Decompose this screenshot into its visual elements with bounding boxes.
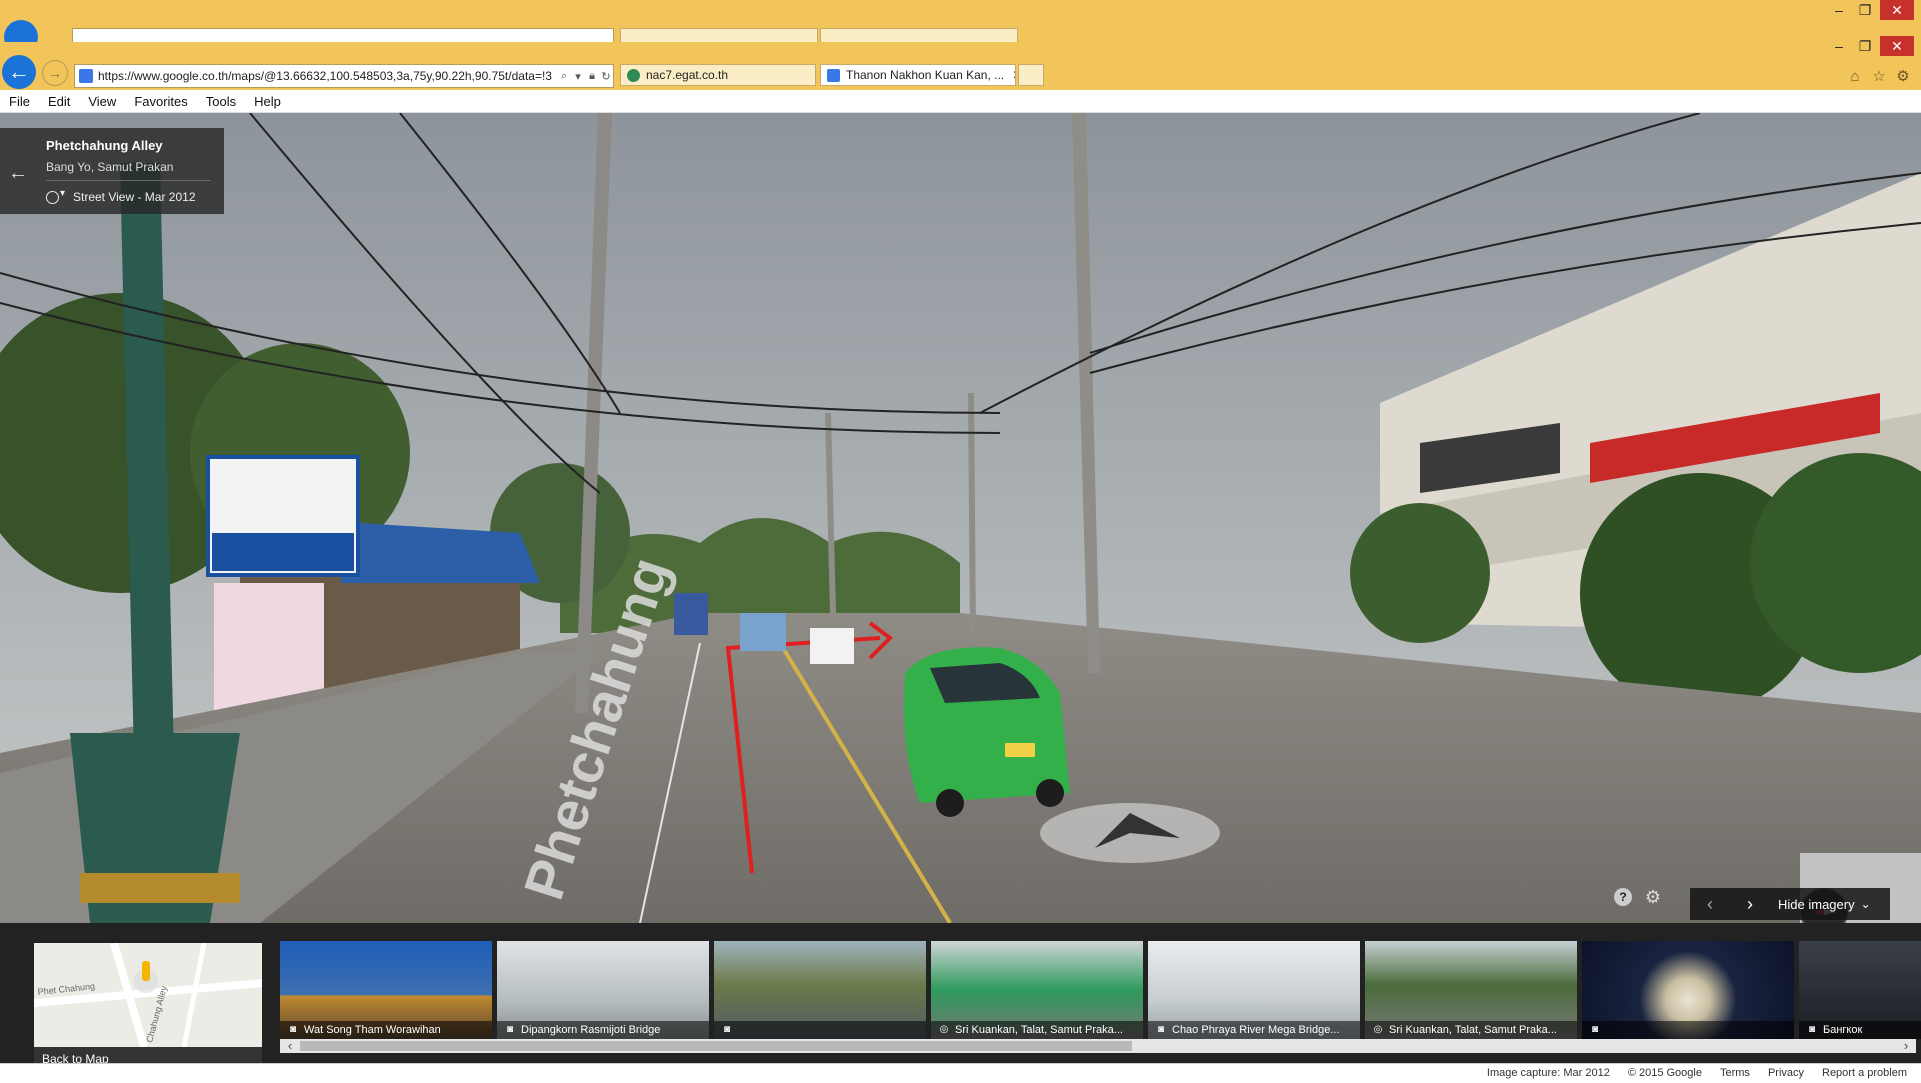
next-imagery-button[interactable]: › xyxy=(1730,894,1770,915)
thumbnail-5[interactable]: ◙ Chao Phraya River Mega Bridge... xyxy=(1148,941,1360,1039)
favorites-star-icon[interactable]: ☆ xyxy=(1870,68,1888,86)
settings-gear-icon[interactable]: ⚙ xyxy=(1894,68,1912,86)
home-icon[interactable]: ⌂ xyxy=(1846,68,1864,86)
thumbnail-label: Sri Kuankan, Talat, Samut Praka... xyxy=(955,1024,1123,1036)
thumbnail-label: Wat Song Tham Worawihan xyxy=(304,1024,441,1036)
tab-label: nac7.egat.co.th xyxy=(646,68,729,82)
settings-icon[interactable]: ⚙ xyxy=(1644,888,1662,906)
menu-bar: File Edit View Favorites Tools Help xyxy=(0,90,1921,113)
camera-icon: ◙ xyxy=(723,1024,731,1035)
thumbnail-7[interactable]: ◙ xyxy=(1582,941,1794,1039)
scroll-left-icon[interactable]: ‹ xyxy=(282,1038,298,1053)
photo-strip-scrollbar[interactable]: ‹ › xyxy=(280,1038,1916,1053)
url-text[interactable]: https://www.google.co.th/maps/@13.66632,… xyxy=(98,69,557,83)
address-bar[interactable]: https://www.google.co.th/maps/@13.66632,… xyxy=(74,64,614,88)
tab-nac7[interactable]: nac7.egat.co.th xyxy=(620,64,816,86)
report-problem-link[interactable]: Report a problem xyxy=(1822,1067,1907,1079)
mini-map[interactable]: Phet Chahung Chahung Alley xyxy=(34,943,262,1047)
ghost-close-icon: ✕ xyxy=(1880,0,1914,20)
menu-favorites[interactable]: Favorites xyxy=(125,94,196,109)
camera-icon: ◙ xyxy=(1591,1024,1599,1035)
google-favicon-icon xyxy=(827,68,840,82)
refresh-icon[interactable]: ↻ xyxy=(599,70,613,83)
back-button[interactable]: ← xyxy=(2,55,36,89)
scrollbar-thumb[interactable] xyxy=(300,1041,1132,1051)
menu-tools[interactable]: Tools xyxy=(197,94,245,109)
thumbnail-4[interactable]: ◎ Sri Kuankan, Talat, Samut Praka... xyxy=(931,941,1143,1039)
restore-button[interactable]: ❐ xyxy=(1852,36,1878,56)
menu-view[interactable]: View xyxy=(79,94,125,109)
camera-icon: ◙ xyxy=(289,1024,297,1035)
search-icon[interactable]: ⌕ xyxy=(557,70,571,83)
divider xyxy=(46,180,211,181)
image-capture-date: Image capture: Mar 2012 xyxy=(1486,1067,1610,1079)
chevron-down-icon[interactable]: ⌄ xyxy=(1861,897,1871,911)
camera-icon: ◙ xyxy=(1808,1024,1816,1035)
thumbnail-label: Бангкок xyxy=(1823,1024,1863,1036)
tab-label: Thanon Nakhon Kuan Kan, ... xyxy=(846,68,1005,82)
ghost-restore-icon: ❐ xyxy=(1858,2,1872,18)
menu-help[interactable]: Help xyxy=(245,94,290,109)
street-view-help-controls: ? ⚙ xyxy=(1614,888,1662,906)
prev-imagery-button[interactable]: ‹ xyxy=(1690,894,1730,915)
forward-button[interactable]: → xyxy=(42,60,68,86)
panorama-icon: ◎ xyxy=(939,1024,949,1035)
privacy-link[interactable]: Privacy xyxy=(1768,1067,1804,1079)
imagery-nav-bar: ‹ › Hide imagery ⌄ xyxy=(1690,888,1890,920)
copyright: © 2015 Google xyxy=(1627,1067,1702,1079)
close-window-button[interactable]: ✕ xyxy=(1880,36,1914,56)
browser-toolbar: ← → https://www.google.co.th/maps/@13.66… xyxy=(0,36,1921,90)
thumbnail-8[interactable]: ◙ Бангкок xyxy=(1799,941,1921,1039)
ghost-minimize-icon: – xyxy=(1835,2,1843,18)
thumbnail-1[interactable]: ◙ Wat Song Tham Worawihan xyxy=(280,941,492,1039)
thumbnail-2[interactable]: ◙ Dipangkorn Rasmijoti Bridge xyxy=(497,941,709,1039)
new-tab-button[interactable] xyxy=(1018,64,1044,86)
tab-close-icon[interactable]: ✕ xyxy=(1004,68,1015,82)
clock-icon xyxy=(46,188,65,204)
terms-link[interactable]: Terms xyxy=(1720,1067,1750,1079)
capture-date: Street View - Mar 2012 xyxy=(73,190,196,204)
scroll-right-icon[interactable]: › xyxy=(1898,1038,1914,1053)
mini-map-illustration: Phet Chahung Chahung Alley xyxy=(34,943,262,1047)
street-view-panorama[interactable]: Phetchahung + − xyxy=(0,113,1921,923)
globe-icon xyxy=(627,68,640,82)
time-machine-button[interactable]: Street View - Mar 2012 xyxy=(46,188,196,204)
location-subtitle: Bang Yo, Samut Prakan xyxy=(46,160,174,174)
google-favicon-icon xyxy=(79,69,93,83)
map-footer: Image capture: Mar 2012 © 2015 Google Te… xyxy=(0,1063,1921,1083)
hide-imagery-button[interactable]: Hide imagery xyxy=(1778,897,1855,912)
thumbnail-6[interactable]: ◎ Sri Kuankan, Talat, Samut Praka... xyxy=(1365,941,1577,1039)
minimize-button[interactable]: – xyxy=(1826,36,1852,56)
help-icon[interactable]: ? xyxy=(1614,888,1632,906)
lock-icon[interactable]: 🔒︎ xyxy=(585,70,599,83)
dropdown-icon[interactable]: ▾ xyxy=(571,70,585,83)
photo-strip: Phet Chahung Chahung Alley Back to Map ◙… xyxy=(0,923,1921,1071)
location-title: Phetchahung Alley xyxy=(46,138,163,153)
thumbnail-3[interactable]: ◙ xyxy=(714,941,926,1039)
thumbnail-label: Sri Kuankan, Talat, Samut Praka... xyxy=(1389,1024,1557,1036)
camera-icon: ◙ xyxy=(506,1024,514,1035)
thumbnail-label: Chao Phraya River Mega Bridge... xyxy=(1172,1024,1340,1036)
location-info-card: ← Phetchahung Alley Bang Yo, Samut Praka… xyxy=(0,128,224,214)
back-arrow-icon[interactable]: ← xyxy=(8,162,28,185)
panorama-icon: ◎ xyxy=(1373,1024,1383,1035)
menu-file[interactable]: File xyxy=(0,94,39,109)
tab-google-maps[interactable]: Thanon Nakhon Kuan Kan, ... ✕ xyxy=(820,64,1016,86)
camera-icon: ◙ xyxy=(1157,1024,1165,1035)
background-window-chrome: – ❐ ✕ xyxy=(0,0,1921,54)
thumbnail-label: Dipangkorn Rasmijoti Bridge xyxy=(521,1024,661,1036)
menu-edit[interactable]: Edit xyxy=(39,94,79,109)
street-scene-illustration: Phetchahung xyxy=(0,113,1921,923)
